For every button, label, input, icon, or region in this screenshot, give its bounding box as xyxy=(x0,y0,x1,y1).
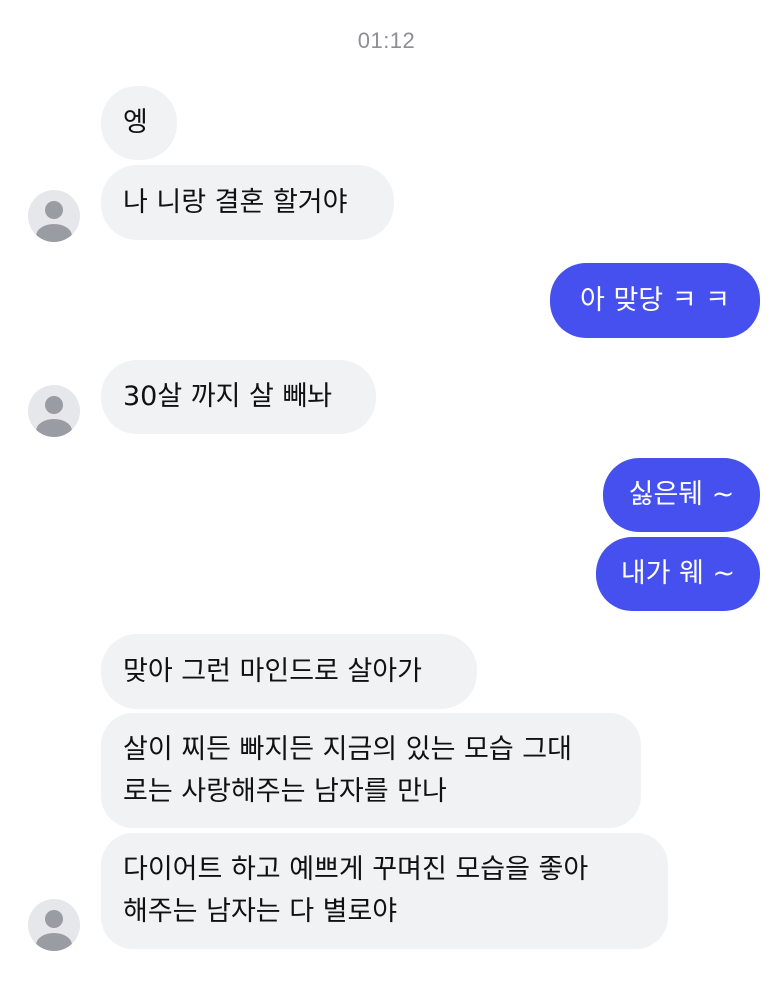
sender-avatar[interactable] xyxy=(28,385,80,437)
outgoing-message-bubble[interactable]: 싫은뒈 ~ xyxy=(603,458,760,532)
incoming-message-bubble[interactable]: 다이어트 하고 예쁘게 꾸며진 모습을 좋아 해주는 남자는 다 별로야 xyxy=(101,833,668,949)
message-text-line: 로는 사랑해주는 남자를 만나 xyxy=(123,775,447,807)
message-text: 맞아 그런 마인드로 살아가 xyxy=(123,655,422,687)
message-text: 아 맞당 ㅋ ㅋ xyxy=(580,284,730,316)
sender-avatar[interactable] xyxy=(28,899,80,951)
outgoing-message-bubble[interactable]: 내가 웨 ~ xyxy=(596,537,760,611)
outgoing-message-bubble[interactable]: 아 맞당 ㅋ ㅋ xyxy=(550,263,760,338)
chat-timestamp: 01:12 xyxy=(357,28,416,53)
sender-avatar[interactable] xyxy=(28,190,80,242)
incoming-message-bubble[interactable]: 맞아 그런 마인드로 살아가 xyxy=(101,634,477,709)
message-text: 싫은뒈 ~ xyxy=(628,479,735,511)
message-text-line: 살이 찌든 빠지든 지금의 있는 모습 그대 xyxy=(123,733,572,765)
message-text: 나 니랑 결혼 할거야 xyxy=(123,186,348,218)
default-profile-icon xyxy=(36,396,72,437)
default-profile-icon xyxy=(36,910,72,951)
incoming-message-bubble[interactable]: 살이 찌든 빠지든 지금의 있는 모습 그대 로는 사랑해주는 남자를 만나 xyxy=(101,713,641,828)
message-text: 내가 웨 ~ xyxy=(620,558,736,590)
incoming-message-bubble[interactable]: 엥 xyxy=(101,86,177,160)
message-text: 엥 xyxy=(123,107,148,139)
message-text-line: 다이어트 하고 예쁘게 꾸며진 모습을 좋아 xyxy=(123,854,589,886)
message-text-line: 해주는 남자는 다 별로야 xyxy=(123,896,398,927)
incoming-message-bubble[interactable]: 나 니랑 결혼 할거야 xyxy=(101,165,394,240)
message-text: 30살 까지 살 빼놔 xyxy=(123,381,333,413)
default-profile-icon xyxy=(36,201,72,242)
incoming-message-bubble[interactable]: 30살 까지 살 빼놔 xyxy=(101,360,376,434)
